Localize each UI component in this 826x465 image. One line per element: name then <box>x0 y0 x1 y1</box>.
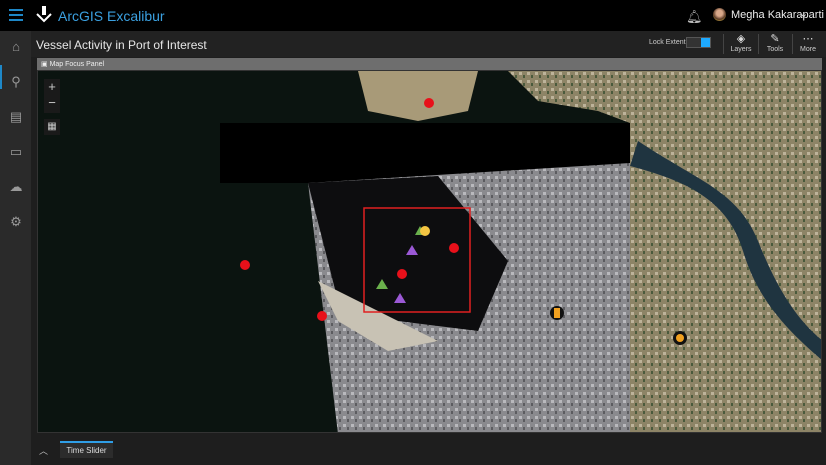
upload-icon[interactable]: ☁ <box>8 179 24 195</box>
settings-icon[interactable]: ⚙ <box>8 214 24 230</box>
divider <box>758 34 759 54</box>
notifications-bell-icon[interactable]: 🔔︎ <box>686 9 703 25</box>
home-icon[interactable]: ⌂ <box>8 39 24 55</box>
panel-title: Map Focus Panel <box>49 61 105 68</box>
title-row: Vessel Activity in Port of Interest Lock… <box>31 31 826 57</box>
map-imagery <box>220 71 821 432</box>
layers-icon: ◈ <box>736 33 746 45</box>
page-title: Vessel Activity in Port of Interest <box>36 38 207 52</box>
hamburger-menu-icon[interactable] <box>9 9 23 21</box>
app-title: ArcGIS Excalibur <box>58 8 165 24</box>
documents-icon[interactable]: ▤ <box>8 109 24 125</box>
more-button[interactable]: ⋯ More <box>793 33 823 53</box>
top-bar: ArcGIS Excalibur 🔔︎ Megha Kakaraparti ⌄ <box>0 0 826 31</box>
map-focus-panel-header: ▣ Map Focus Panel <box>37 58 822 70</box>
left-rail: ⌂ ⚲ ▤ ▭ ☁ ⚙ <box>0 31 31 465</box>
pencil-icon: ✎ <box>770 33 780 45</box>
vessel-marker-red <box>397 269 407 279</box>
vessel-marker-red <box>317 311 327 321</box>
lock-extents-label: Lock Extents <box>649 39 690 46</box>
vessel-marker-yellow <box>420 226 430 236</box>
zoom-in-button[interactable]: + <box>44 79 60 95</box>
divider <box>723 34 724 54</box>
layers-button[interactable]: ◈ Layers <box>726 33 756 53</box>
avatar[interactable] <box>713 8 726 21</box>
vessel-marker-red <box>240 260 250 270</box>
map-view[interactable]: + − ▦ <box>37 70 822 433</box>
chevron-down-icon[interactable]: ⌄ <box>799 7 808 20</box>
basemap-gallery-icon[interactable]: ▦ <box>44 119 60 135</box>
vessel-marker-red <box>449 243 459 253</box>
search-icon[interactable]: ⚲ <box>8 74 24 90</box>
folder-icon[interactable]: ▭ <box>8 144 24 160</box>
bottom-bar: ︿ Time Slider <box>31 434 826 465</box>
excalibur-logo-icon <box>34 5 54 25</box>
tools-button[interactable]: ✎ Tools <box>760 33 790 53</box>
more-icon: ⋯ <box>802 33 814 45</box>
chevron-up-icon[interactable]: ︿ <box>39 444 48 457</box>
zoom-out-button[interactable]: − <box>44 95 60 111</box>
coastline-top <box>358 71 478 121</box>
active-indicator <box>0 65 2 89</box>
zoom-controls: + − <box>44 79 60 113</box>
vessel-marker-red <box>424 98 434 108</box>
time-slider-tab[interactable]: Time Slider <box>60 441 113 458</box>
lock-extents-toggle[interactable] <box>686 37 711 48</box>
user-name[interactable]: Megha Kakaraparti <box>731 9 824 21</box>
